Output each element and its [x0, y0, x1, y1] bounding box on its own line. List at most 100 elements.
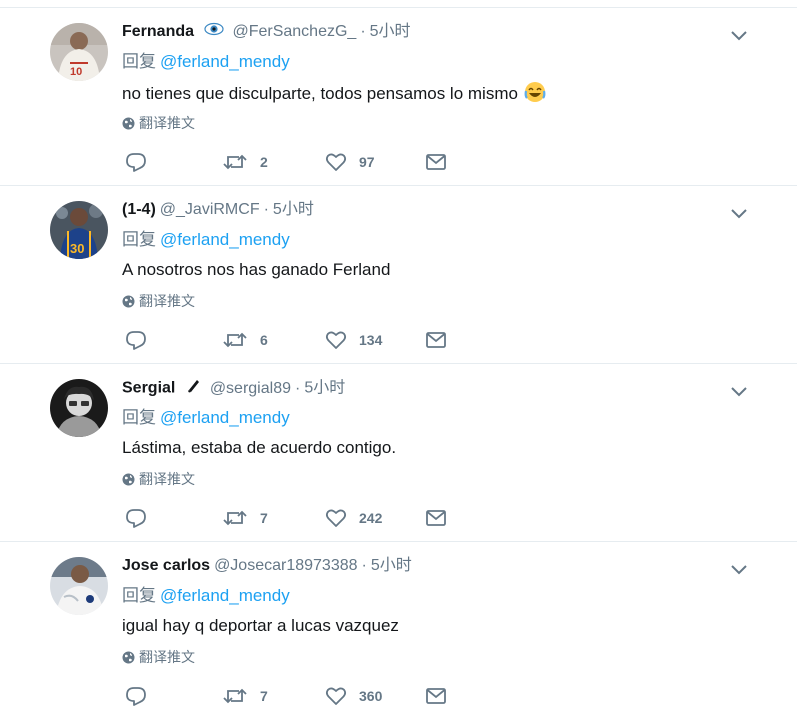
envelope-icon	[426, 688, 446, 704]
translate-tweet-link[interactable]: 翻译推文	[122, 470, 195, 488]
separator-dot: ·	[294, 379, 301, 397]
tweet-text-content: no tienes que disculparte, todos pensamo…	[122, 84, 518, 103]
chevron-down-icon[interactable]	[729, 561, 749, 577]
tweet-text: no tienes que disculparte, todos pensamo…	[122, 81, 546, 109]
chevron-down-icon[interactable]	[729, 205, 749, 221]
reply-prefix: 回复	[122, 52, 156, 71]
user-handle[interactable]: @_JaviRMCF	[160, 201, 260, 218]
tweet-header: Fernanda @FerSanchezG_ · 5小时	[122, 21, 411, 43]
translate-tweet-link[interactable]: 翻译推文	[122, 648, 195, 666]
translate-label: 翻译推文	[139, 115, 195, 131]
translate-tweet-link[interactable]: 翻译推文	[122, 114, 195, 132]
direct-message-button[interactable]	[425, 329, 447, 351]
user-name[interactable]: Sergial	[122, 380, 175, 397]
tweet-text: Lástima, estaba de acuerdo contigo.	[122, 437, 396, 459]
heart-icon	[325, 687, 347, 705]
like-button[interactable]: 360	[325, 685, 382, 707]
reply-icon	[126, 509, 146, 528]
reply-context: 回复 @ferland_mendy	[122, 229, 290, 251]
reply-button[interactable]	[125, 329, 147, 351]
retweet-count: 6	[260, 332, 268, 348]
reply-button[interactable]	[125, 685, 147, 707]
like-count: 360	[359, 688, 383, 704]
eye-icon	[204, 21, 225, 43]
like-count: 242	[359, 510, 383, 526]
reply-button[interactable]	[125, 151, 147, 173]
translate-label: 翻译推文	[139, 471, 195, 487]
reply-icon	[126, 687, 146, 706]
retweet-count: 7	[260, 688, 268, 704]
translate-label: 翻译推文	[139, 293, 195, 309]
tweet[interactable]: Jose carlos @Josecar18973388 · 5小时 回复 @ferla…	[0, 542, 797, 712]
tweet-text-content: Lástima, estaba de acuerdo contigo.	[122, 438, 397, 457]
reply-mention-link[interactable]: @ferland_mendy	[160, 586, 290, 605]
tweet[interactable]: 30 (1-4) @_JaviRMCF · 5小时 回复 @ferland_mendy …	[0, 186, 797, 364]
chevron-down-icon[interactable]	[729, 27, 749, 43]
timestamp[interactable]: 5小时	[273, 201, 314, 218]
timestamp[interactable]: 5小时	[304, 380, 345, 397]
laughing-emoji-icon	[524, 81, 546, 109]
timestamp[interactable]: 5小时	[371, 557, 412, 574]
avatar[interactable]	[50, 557, 108, 615]
chevron-down-icon[interactable]	[729, 383, 749, 399]
globe-icon	[122, 295, 135, 308]
like-button[interactable]: 97	[325, 151, 375, 173]
separator-dot: ·	[360, 23, 366, 41]
user-name[interactable]: (1-4)	[122, 201, 156, 218]
reply-button[interactable]	[125, 507, 147, 529]
reply-prefix: 回复	[122, 586, 156, 605]
reply-icon	[126, 153, 146, 172]
direct-message-button[interactable]	[425, 685, 447, 707]
reply-prefix: 回复	[122, 230, 156, 249]
tweet-feed: 10 Fernanda @FerSanchezG_ · 5小时 回复 @ferland…	[0, 0, 797, 708]
globe-icon	[122, 117, 135, 130]
reply-mention-link[interactable]: @ferland_mendy	[160, 408, 290, 427]
retweet-icon	[223, 154, 247, 170]
svg-text:30: 30	[70, 241, 84, 256]
user-handle[interactable]: @FerSanchezG_	[232, 23, 356, 40]
avatar[interactable]	[50, 379, 108, 437]
user-name[interactable]: Jose carlos	[122, 557, 210, 574]
translate-label: 翻译推文	[139, 649, 195, 665]
like-button[interactable]: 134	[325, 329, 382, 351]
svg-text:10: 10	[70, 66, 82, 78]
direct-message-button[interactable]	[425, 151, 447, 173]
envelope-icon	[426, 154, 446, 170]
retweet-icon	[223, 510, 247, 526]
timestamp[interactable]: 5小时	[370, 23, 411, 40]
like-button[interactable]: 242	[325, 507, 382, 529]
tweet-header: (1-4) @_JaviRMCF · 5小时	[122, 199, 314, 221]
heart-icon	[325, 331, 347, 349]
reply-icon	[126, 331, 146, 350]
retweet-button[interactable]: 2	[222, 151, 268, 173]
heart-icon	[325, 509, 347, 527]
retweet-button[interactable]: 7	[222, 685, 268, 707]
pen-icon	[186, 377, 202, 400]
retweet-count: 7	[260, 510, 268, 526]
reply-context: 回复 @ferland_mendy	[122, 51, 290, 73]
separator-dot: ·	[361, 557, 367, 574]
avatar[interactable]: 10	[50, 23, 108, 81]
tweet-text-content: A nosotros nos has ganado Ferland	[122, 260, 391, 279]
translate-tweet-link[interactable]: 翻译推文	[122, 292, 195, 310]
tweet-text-content: igual hay q deportar a lucas vazquez	[122, 616, 399, 635]
direct-message-button[interactable]	[425, 507, 447, 529]
globe-icon	[122, 473, 135, 486]
retweet-count: 2	[260, 154, 268, 170]
user-handle[interactable]: @Josecar18973388	[214, 557, 357, 574]
tweet[interactable]: 10 Fernanda @FerSanchezG_ · 5小时 回复 @ferland…	[0, 7, 797, 186]
tweet-header: Jose carlos @Josecar18973388 · 5小时	[122, 555, 412, 577]
user-handle[interactable]: @sergial89	[210, 380, 291, 397]
retweet-icon	[223, 688, 247, 704]
like-count: 134	[359, 332, 383, 348]
retweet-button[interactable]: 6	[222, 329, 268, 351]
tweet-text: A nosotros nos has ganado Ferland	[122, 259, 390, 281]
heart-icon	[325, 153, 347, 171]
avatar[interactable]: 30	[50, 201, 108, 259]
tweet[interactable]: Sergial @sergial89 · 5小时 回复 @ferland_mendy …	[0, 364, 797, 542]
retweet-icon	[223, 332, 247, 348]
user-name[interactable]: Fernanda	[122, 23, 194, 40]
reply-mention-link[interactable]: @ferland_mendy	[160, 230, 290, 249]
reply-mention-link[interactable]: @ferland_mendy	[160, 52, 290, 71]
retweet-button[interactable]: 7	[222, 507, 268, 529]
